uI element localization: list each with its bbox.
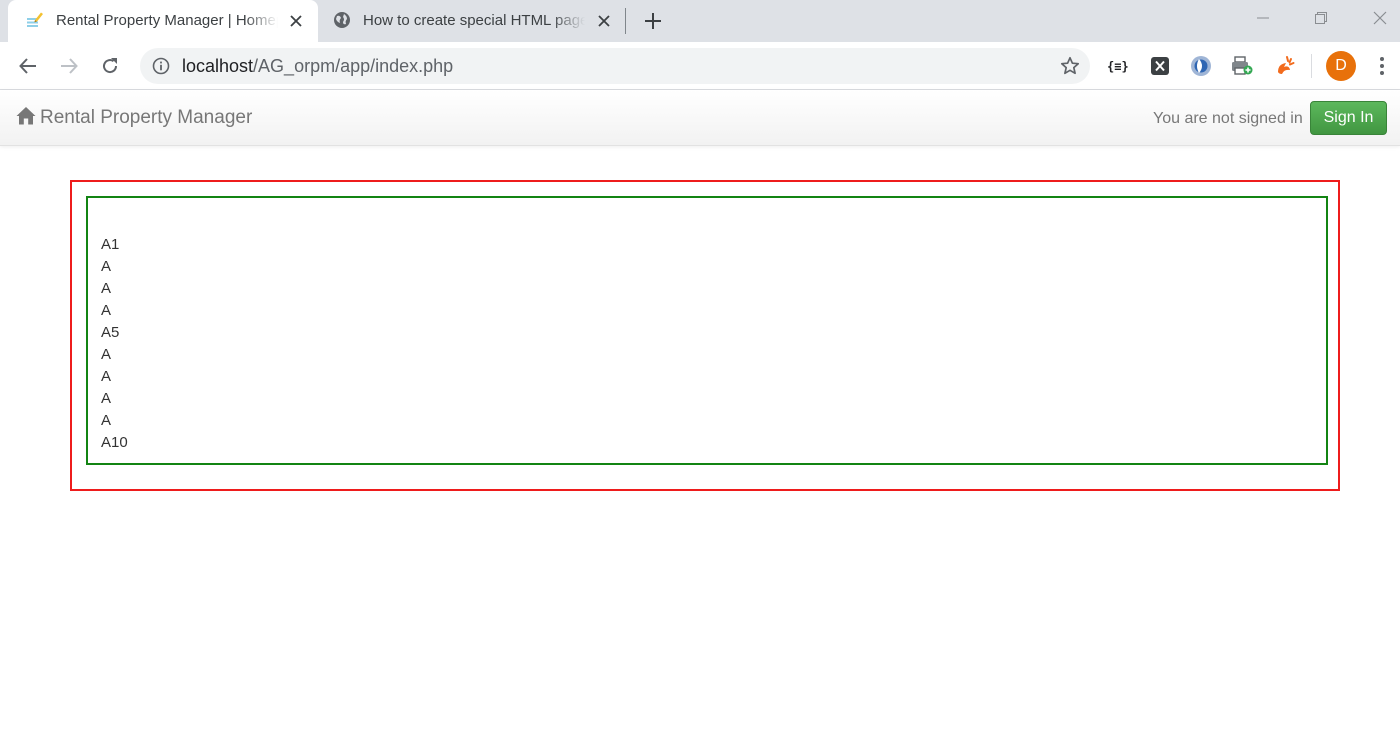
tab-strip: Rental Property Manager | Homepage How t…: [0, 0, 1400, 42]
svg-text:{≡}: {≡}: [1107, 60, 1129, 74]
restore-window-icon[interactable]: [1306, 6, 1336, 30]
toolbar-separator: [1311, 54, 1312, 78]
url-text: localhost/AG_orpm/app/index.php: [182, 56, 453, 76]
tab-title: How to create special HTML pages: [363, 12, 585, 29]
app-navbar: Rental Property Manager You are not sign…: [0, 90, 1400, 146]
sign-in-button[interactable]: Sign In: [1310, 101, 1387, 135]
reload-icon[interactable]: [98, 54, 122, 78]
close-tab-icon[interactable]: [286, 11, 306, 31]
list-item: A: [101, 258, 112, 275]
brand-link[interactable]: Rental Property Manager: [16, 106, 252, 130]
globe-icon: [333, 11, 351, 29]
x-extension-icon[interactable]: [1148, 54, 1172, 78]
item-list: A1 A A A A5 A A A A A10: [101, 234, 128, 454]
sparkle-extension-icon[interactable]: [1272, 54, 1296, 78]
close-tab-icon[interactable]: [594, 11, 614, 31]
new-tab-plus-icon[interactable]: [642, 10, 664, 32]
profile-avatar[interactable]: D: [1326, 51, 1356, 81]
back-arrow-icon[interactable]: [16, 54, 40, 78]
forward-arrow-icon[interactable]: [57, 54, 81, 78]
list-item: A1: [101, 236, 120, 253]
home-icon: [16, 106, 36, 130]
minimize-window-icon[interactable]: [1248, 6, 1278, 30]
url-host: localhost: [182, 56, 254, 76]
outer-container: A1 A A A A5 A A A A A10: [70, 180, 1340, 491]
browser-menu-icon[interactable]: [1372, 54, 1392, 78]
info-icon[interactable]: [152, 57, 170, 75]
tab-title: Rental Property Manager | Homepage: [56, 12, 278, 29]
url-path: /AG_orpm/app/index.php: [253, 56, 454, 76]
signed-in-status: You are not signed in: [1153, 110, 1303, 127]
braces-extension-icon[interactable]: {≡}: [1106, 54, 1130, 78]
tab-how-to-create-special-html-pages[interactable]: How to create special HTML pages: [320, 0, 622, 42]
list-item: A: [101, 302, 112, 319]
printer-plus-extension-icon[interactable]: [1230, 54, 1254, 78]
list-item: A: [101, 346, 112, 363]
list-item: A: [101, 390, 112, 407]
browser-toolbar: localhost/AG_orpm/app/index.php {≡} D: [0, 42, 1400, 90]
tab-rental-property-manager[interactable]: Rental Property Manager | Homepage: [8, 0, 318, 42]
close-window-icon[interactable]: [1365, 6, 1395, 30]
notepad-pencil-icon: [26, 11, 44, 29]
list-item: A: [101, 280, 112, 297]
crescent-extension-icon[interactable]: [1189, 54, 1213, 78]
list-item: A5: [101, 324, 120, 341]
list-item: A10: [101, 434, 128, 451]
list-item: A: [101, 368, 112, 385]
brand-title: Rental Property Manager: [40, 107, 253, 128]
bookmark-star-icon[interactable]: [1060, 56, 1080, 76]
list-item: A: [101, 412, 112, 429]
address-bar[interactable]: localhost/AG_orpm/app/index.php: [140, 48, 1090, 84]
tab-separator: [625, 8, 626, 34]
inner-container: A1 A A A A5 A A A A A10: [86, 196, 1328, 465]
